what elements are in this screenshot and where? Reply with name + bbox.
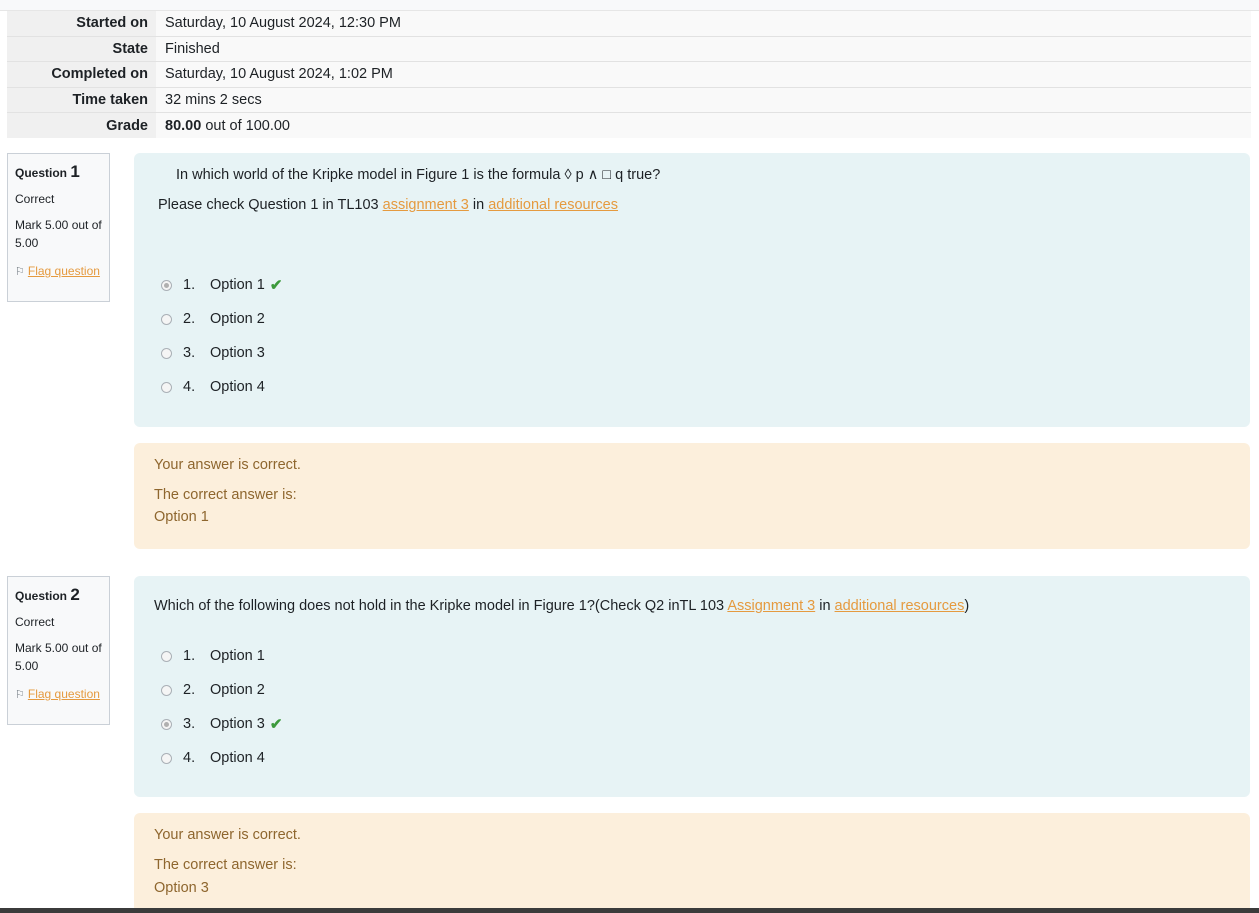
question-grade: Mark 5.00 out of 5.00 bbox=[15, 218, 102, 250]
radio-selected[interactable] bbox=[161, 279, 172, 291]
answer-label: Option 1 bbox=[210, 277, 265, 293]
question-word: Question bbox=[15, 166, 68, 180]
question-state: Correct bbox=[15, 192, 55, 206]
summary-value: Saturday, 10 August 2024, 1:02 PM bbox=[156, 61, 1251, 88]
answer-number: 3. bbox=[183, 716, 196, 732]
right-answer-label: The correct answer is: bbox=[154, 857, 297, 873]
answer-number: 4. bbox=[183, 750, 196, 766]
radio-button[interactable] bbox=[161, 313, 172, 325]
right-answer: Option 3 bbox=[154, 880, 209, 896]
flag-icon: ⚐ bbox=[15, 689, 25, 701]
instruction-text: Please check Question 1 in TL103 bbox=[158, 197, 383, 213]
answer-option[interactable]: 1. Option 1 bbox=[161, 646, 265, 666]
answer-option[interactable]: 1. Option 1 ✔ bbox=[161, 275, 282, 295]
right-answer: Option 1 bbox=[154, 509, 209, 525]
summary-row-time-taken: Time taken 32 mins 2 secs bbox=[7, 86, 1251, 113]
answer-number: 2. bbox=[183, 311, 196, 327]
answer-label: Option 2 bbox=[210, 311, 265, 327]
answer-option[interactable]: 2. Option 2 bbox=[161, 680, 265, 700]
answer-number: 4. bbox=[183, 379, 196, 395]
answer-number: 1. bbox=[183, 277, 196, 293]
question-1-info: Question 1 Correct Mark 5.00 out of 5.00… bbox=[7, 153, 110, 302]
radio-button[interactable] bbox=[161, 650, 172, 662]
question-1-formulation: In which world of the Kripke model in Fi… bbox=[134, 153, 1250, 427]
question-grade: Mark 5.00 out of 5.00 bbox=[15, 641, 102, 673]
answer-label: Option 3 bbox=[210, 345, 265, 361]
question-number-value: 1 bbox=[70, 162, 80, 181]
summary-row-grade: Grade 80.00 out of 100.00 bbox=[7, 112, 1251, 138]
flag-question-link[interactable]: Flag question bbox=[28, 687, 100, 701]
question-instructions: Please check Question 1 in TL103 assignm… bbox=[158, 197, 618, 213]
answer-label: Option 4 bbox=[210, 750, 265, 766]
flag-question[interactable]: ⚐ Flag question bbox=[15, 262, 109, 281]
question-2-formulation: Which of the following does not hold in … bbox=[134, 576, 1250, 797]
question-text: Which of the following does not hold in … bbox=[154, 598, 969, 614]
summary-value: 32 mins 2 secs bbox=[156, 86, 1251, 113]
summary-label: Completed on bbox=[7, 61, 156, 88]
correct-check-icon: ✔ bbox=[269, 277, 283, 294]
radio-button[interactable] bbox=[161, 684, 172, 696]
question-state: Correct bbox=[15, 615, 55, 629]
question-word: Question bbox=[15, 589, 68, 603]
question-2-info: Question 2 Correct Mark 5.00 out of 5.00… bbox=[7, 576, 110, 725]
radio-button[interactable] bbox=[161, 381, 172, 393]
bottom-bar bbox=[0, 908, 1259, 913]
question-text-main: in bbox=[815, 598, 835, 614]
flag-question[interactable]: ⚐ Flag question bbox=[15, 685, 109, 704]
answer-label: Option 2 bbox=[210, 682, 265, 698]
answer-label: Option 1 bbox=[210, 648, 265, 664]
question-text-main: Which of the following does not hold in … bbox=[154, 598, 728, 614]
page-top-divider bbox=[0, 0, 1259, 11]
answer-label: Option 3 bbox=[210, 716, 265, 732]
summary-row-state: State Finished bbox=[7, 35, 1251, 62]
radio-selected[interactable] bbox=[161, 718, 172, 730]
summary-row-started: Started on Saturday, 10 August 2024, 12:… bbox=[7, 11, 1251, 37]
answer-number: 1. bbox=[183, 648, 196, 664]
resources-link[interactable]: additional resources bbox=[835, 598, 965, 614]
radio-button[interactable] bbox=[161, 752, 172, 764]
summary-value: Finished bbox=[156, 35, 1251, 62]
answer-number: 2. bbox=[183, 682, 196, 698]
answer-number: 3. bbox=[183, 345, 196, 361]
summary-row-completed: Completed on Saturday, 10 August 2024, 1… bbox=[7, 61, 1251, 88]
summary-label: Grade bbox=[7, 112, 156, 138]
summary-label: Time taken bbox=[7, 86, 156, 113]
summary-label: State bbox=[7, 35, 156, 62]
answer-option[interactable]: 3. Option 3 bbox=[161, 343, 265, 363]
question-text-main: ) bbox=[964, 598, 970, 614]
assignment-link[interactable]: assignment 3 bbox=[383, 197, 469, 213]
question-number: Question 1 bbox=[15, 162, 109, 182]
attempt-summary-table: Started on Saturday, 10 August 2024, 12:… bbox=[7, 11, 1251, 138]
radio-button[interactable] bbox=[161, 347, 172, 359]
answer-label: Option 4 bbox=[210, 379, 265, 395]
answer-option[interactable]: 3. Option 3 ✔ bbox=[161, 714, 282, 734]
answer-option[interactable]: 2. Option 2 bbox=[161, 309, 265, 329]
answer-option[interactable]: 4. Option 4 bbox=[161, 377, 265, 397]
instruction-text: in bbox=[468, 197, 489, 213]
grade-score: 80.00 bbox=[165, 117, 202, 134]
summary-value: Saturday, 10 August 2024, 12:30 PM bbox=[156, 11, 1251, 37]
summary-value: 80.00 out of 100.00 bbox=[156, 112, 1251, 138]
feedback-text: Your answer is correct. bbox=[154, 827, 301, 843]
grade-out-of: out of 100.00 bbox=[201, 117, 290, 134]
flag-icon: ⚐ bbox=[15, 266, 25, 278]
resources-link[interactable]: additional resources bbox=[488, 197, 618, 213]
question-1-feedback: Your answer is correct. The correct answ… bbox=[134, 443, 1250, 549]
assignment-link[interactable]: Assignment 3 bbox=[727, 598, 815, 614]
question-number: Question 2 bbox=[15, 585, 109, 605]
question-2-feedback: Your answer is correct. The correct answ… bbox=[134, 813, 1250, 913]
summary-label: Started on bbox=[7, 11, 156, 37]
question-text: In which world of the Kripke model in Fi… bbox=[176, 167, 661, 183]
feedback-text: Your answer is correct. bbox=[154, 457, 301, 473]
correct-check-icon: ✔ bbox=[269, 716, 283, 733]
answer-option[interactable]: 4. Option 4 bbox=[161, 748, 265, 768]
question-number-value: 2 bbox=[70, 585, 80, 604]
flag-question-link[interactable]: Flag question bbox=[28, 264, 100, 278]
right-answer-label: The correct answer is: bbox=[154, 487, 297, 503]
